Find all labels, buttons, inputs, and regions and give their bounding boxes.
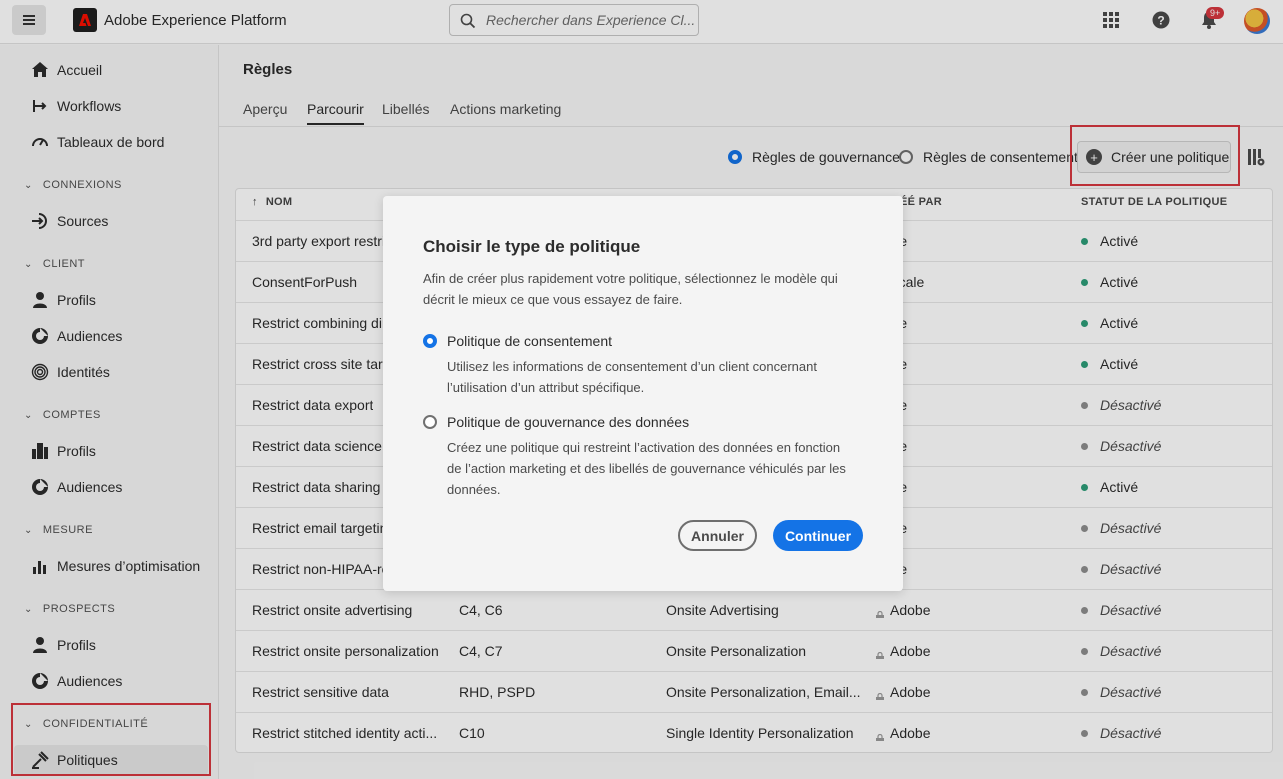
modal-overlay-top — [0, 0, 1283, 45]
cancel-button[interactable]: Annuler — [678, 520, 757, 551]
governance-policy-radio[interactable] — [423, 415, 437, 429]
policy-type-dialog: Choisir le type de politique Afin de cré… — [383, 196, 903, 591]
consent-policy-description: Utilisez les informations de consentemen… — [447, 359, 817, 395]
dialog-description: Afin de créer plus rapidement votre poli… — [423, 271, 838, 307]
continue-button[interactable]: Continuer — [773, 520, 863, 551]
dialog-title: Choisir le type de politique — [423, 237, 641, 256]
consent-policy-radio[interactable] — [423, 334, 437, 348]
governance-policy-description: Créez une politique qui restreint l’acti… — [447, 440, 846, 497]
governance-policy-label[interactable]: Politique de gouvernance des données — [447, 414, 689, 430]
consent-policy-label[interactable]: Politique de consentement — [447, 333, 612, 349]
